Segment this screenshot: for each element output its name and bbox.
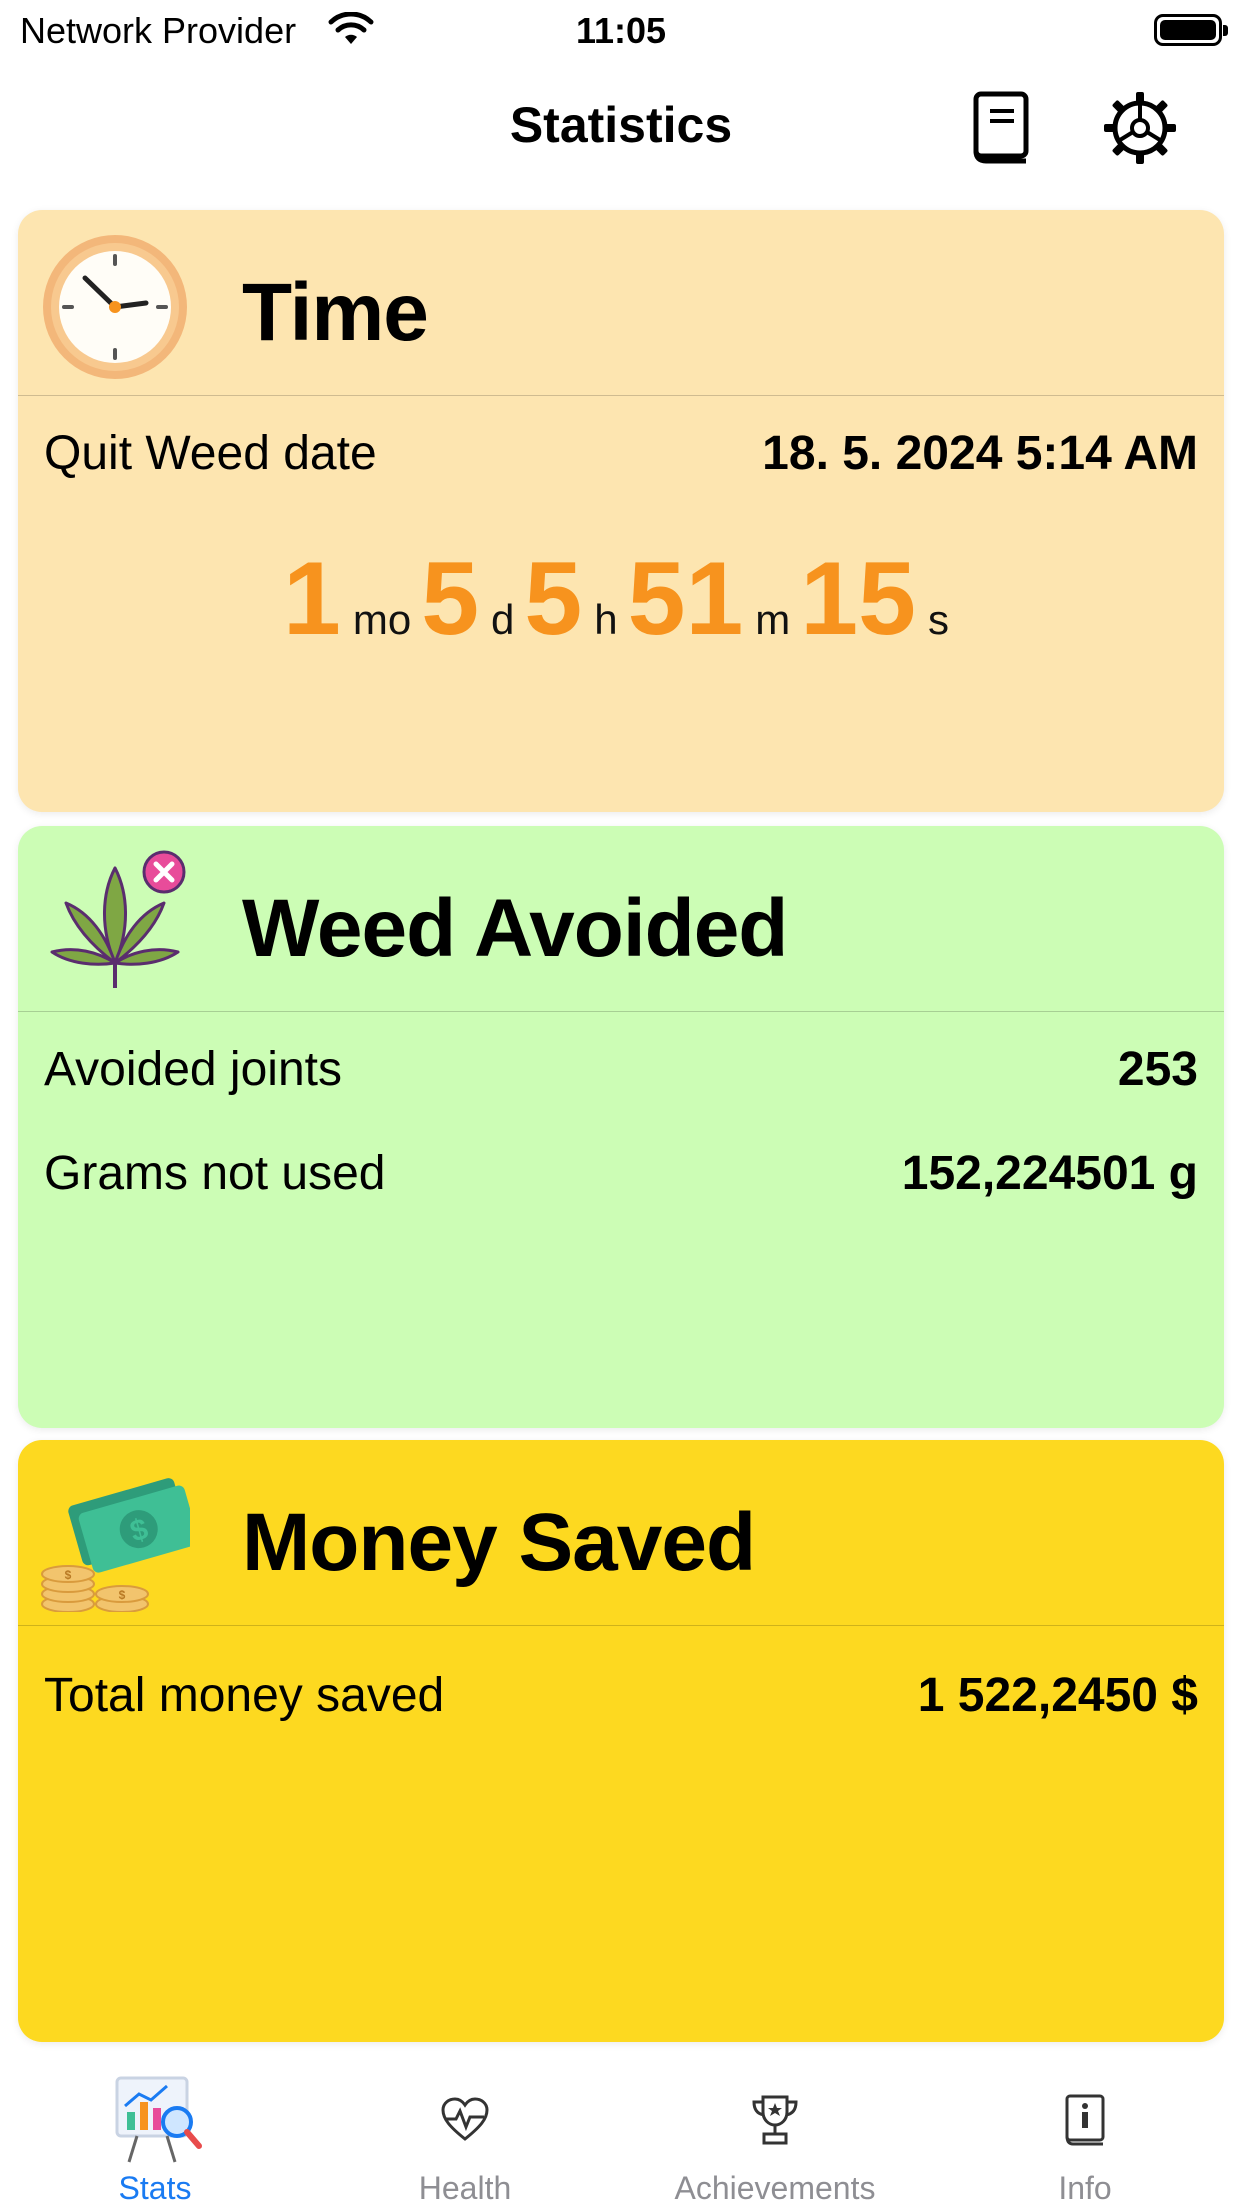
elapsed-time-counter: 1 mo5 d5 h51 m15 s: [18, 540, 1224, 659]
grams-not-used-value: 152,224501 g: [901, 1147, 1198, 1200]
tab-info[interactable]: Info: [930, 2058, 1240, 2208]
page-title: Statistics: [509, 97, 733, 153]
status-time: 11:05: [575, 10, 667, 51]
svg-text:$: $: [65, 1568, 72, 1582]
quit-date-value: 18. 5. 2024 5:14 AM: [762, 427, 1198, 480]
tab-achievements-label: Achievements: [674, 2170, 876, 2206]
settings-button[interactable]: [1100, 88, 1180, 168]
weed-card-title: Weed Avoided: [242, 883, 788, 974]
weed-card-header: Weed Avoided: [18, 826, 1224, 1012]
cannabis-leaf-icon: [40, 848, 190, 998]
total-money-value: 1 522,2450 $: [917, 1669, 1198, 1722]
counter-seconds: 15: [800, 541, 916, 657]
counter-days-unit: d: [491, 596, 515, 643]
money-cash-icon: $ $ $: [40, 1462, 199, 1613]
grams-not-used-label: Grams not used: [44, 1147, 386, 1200]
time-card-header: Time: [18, 210, 1224, 396]
tab-info-label: Info: [1058, 2170, 1112, 2206]
money-card-header: $ $ $ Money Saved: [18, 1440, 1224, 1626]
book-icon: [973, 91, 1029, 164]
quit-date-label: Quit Weed date: [44, 427, 377, 480]
navigation-bar: Statistics: [0, 62, 1242, 190]
weed-avoided-card: Weed Avoided Avoided joints 253 Grams no…: [18, 826, 1224, 1428]
avoided-joints-value: 253: [1117, 1043, 1198, 1096]
total-money-label: Total money saved: [44, 1669, 445, 1722]
counter-hours-unit: h: [594, 596, 618, 643]
time-card: Time Quit Weed date 18. 5. 2024 5:14 AM …: [18, 210, 1224, 812]
heartbeat-icon: [310, 2078, 620, 2162]
clock-icon: [40, 232, 190, 382]
trophy-icon: [620, 2078, 930, 2162]
counter-days: 5: [421, 541, 480, 657]
tab-bar: Stats Health Achievements Info: [0, 2058, 1242, 2208]
tab-stats[interactable]: Stats: [0, 2058, 310, 2208]
tab-health-label: Health: [418, 2170, 512, 2206]
counter-minutes: 51: [627, 541, 744, 657]
stats-chart-icon: [0, 2076, 310, 2163]
counter-months: 1: [283, 541, 341, 657]
settings-gear-icon: [1104, 92, 1176, 164]
journal-button[interactable]: [962, 88, 1042, 168]
avoided-joints-label: Avoided joints: [44, 1043, 342, 1096]
money-card-title: Money Saved: [242, 1497, 756, 1588]
tab-stats-label: Stats: [118, 2170, 192, 2206]
counter-hours: 5: [524, 541, 583, 657]
time-card-title: Time: [242, 267, 429, 358]
counter-minutes-unit: m: [755, 596, 791, 643]
tab-health[interactable]: Health: [310, 2058, 620, 2208]
status-bar: Network Provider 11:05: [0, 0, 1242, 62]
counter-months-unit: mo: [352, 596, 412, 643]
battery-icon: [1154, 14, 1228, 46]
tab-achievements[interactable]: Achievements: [620, 2058, 930, 2208]
counter-seconds-unit: s: [927, 596, 949, 643]
info-book-icon: [930, 2078, 1240, 2162]
svg-text:$: $: [119, 1588, 126, 1602]
money-saved-card: $ $ $ Money Saved Total money saved 1 52…: [18, 1440, 1224, 2042]
